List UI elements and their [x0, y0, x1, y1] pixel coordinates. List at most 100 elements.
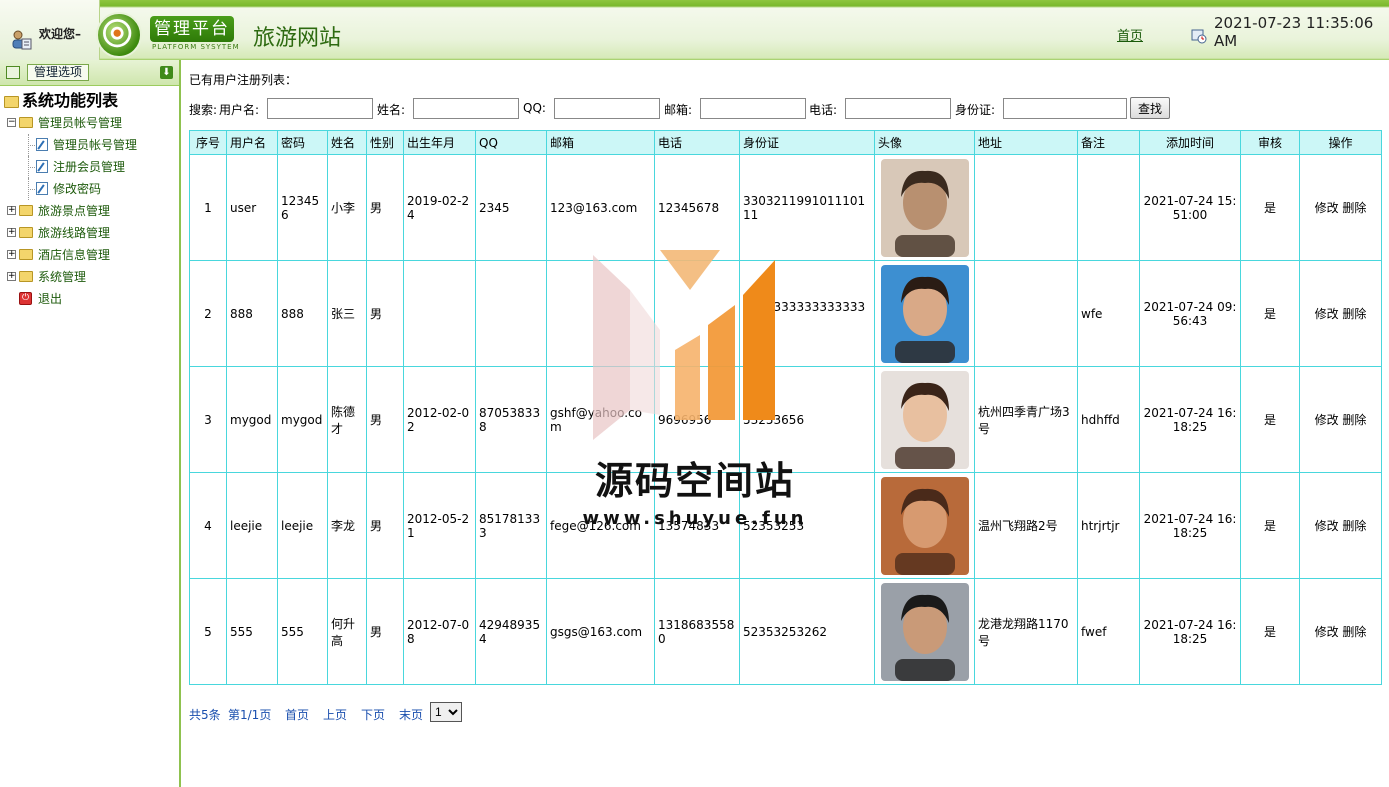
cell-idcard: 333333333333333333 — [739, 260, 875, 367]
collapse-toggle-icon[interactable]: − — [7, 118, 16, 127]
cell-email: gshf@yahoo.com — [546, 366, 655, 473]
sidebar-header: 管理选项 ⬇ — [0, 60, 179, 86]
cell-username: 555 — [226, 578, 278, 685]
cell-no: 5 — [189, 578, 227, 685]
calendar-clock-icon — [1191, 29, 1207, 44]
cell-remark — [1077, 154, 1140, 261]
edit-link[interactable]: 修改 — [1315, 519, 1339, 533]
tree-node-routes[interactable]: + 旅游线路管理 — [0, 222, 179, 244]
expand-toggle-icon[interactable]: + — [7, 228, 16, 237]
tree-node-attractions[interactable]: + 旅游景点管理 — [0, 200, 179, 222]
delete-link[interactable]: 删除 — [1342, 307, 1366, 321]
table-row: 5 555 555 何升高男 2012-07-08 429489354 gsgs@163.c… — [189, 578, 1382, 685]
edit-link[interactable]: 修改 — [1315, 201, 1339, 215]
delete-link[interactable]: 删除 — [1342, 201, 1366, 215]
edit-link[interactable]: 修改 — [1315, 413, 1339, 427]
cell-actions: 修改 删除 — [1299, 260, 1382, 367]
tree-node-label: 退出 — [38, 292, 63, 306]
cell-name: 陈德才 — [327, 366, 367, 473]
table-row: 2 888 888 张三男 333333333333333333 wfe 2021-07-2… — [189, 260, 1382, 367]
tree-node-hotels[interactable]: + 酒店信息管理 — [0, 244, 179, 266]
edit-document-icon — [36, 182, 48, 195]
sidebar-header-label: 管理选项 — [27, 64, 90, 81]
cell-password: 555 — [277, 578, 328, 685]
cell-actions: 修改 删除 — [1299, 154, 1382, 261]
tree-leaf-label: 修改密码 — [53, 182, 102, 196]
phone-label: 电话: — [809, 103, 838, 117]
cell-gender: 男 — [366, 578, 404, 685]
column-header: 地址 — [974, 130, 1078, 155]
folder-icon — [19, 205, 33, 216]
cell-avatar — [874, 472, 975, 579]
cell-qq: 851781333 — [475, 472, 547, 579]
tree-node-label: 旅游线路管理 — [38, 226, 111, 240]
column-header: 添加时间 — [1139, 130, 1241, 155]
cell-email: fege@126.com — [546, 472, 655, 579]
idcard-search-input[interactable] — [1003, 98, 1127, 119]
cell-audit: 是 — [1240, 154, 1300, 261]
cell-email — [546, 260, 655, 367]
cell-qq: 2345 — [475, 154, 547, 261]
pager-last-link[interactable]: 末页 — [399, 706, 423, 723]
tree-node-logout[interactable]: ⏻ 退出 — [0, 288, 179, 310]
pager-prev-link[interactable]: 上页 — [323, 706, 347, 723]
cell-email: 123@163.com — [546, 154, 655, 261]
page-select[interactable]: 1 — [430, 702, 462, 722]
edit-link[interactable]: 修改 — [1315, 307, 1339, 321]
page-caption: 已有用户注册列表： — [189, 73, 298, 87]
edit-document-icon — [36, 160, 48, 173]
expand-toggle-icon[interactable]: + — [7, 272, 16, 281]
column-header: 出生年月 — [403, 130, 476, 155]
delete-link[interactable]: 删除 — [1342, 625, 1366, 639]
tree-leaf-label: 注册会员管理 — [53, 160, 126, 174]
home-link[interactable]: 首页 — [1117, 25, 1143, 44]
cell-avatar — [874, 260, 975, 367]
username-search-input[interactable] — [267, 98, 373, 119]
email-search-input[interactable] — [700, 98, 806, 119]
cell-address: 杭州四季青广场3号 — [974, 366, 1078, 473]
pager-page-info: 第1/1页 — [228, 708, 272, 722]
table-row: 3 mygod mygod 陈德才男 2012-02-02 870538338 gshf@y… — [189, 366, 1382, 473]
qq-search-input[interactable] — [554, 98, 660, 119]
cell-actions: 修改 删除 — [1299, 578, 1382, 685]
pager-total: 共5条 — [189, 708, 221, 722]
logo-emblem-icon — [96, 12, 142, 58]
cell-added: 2021-07-24 15:51:00 — [1139, 154, 1241, 261]
folder-icon — [19, 117, 33, 128]
function-tree: 系统功能列表 − 管理员帐号管理 管理员帐号管理 注册会员管理 修改密码 + 旅… — [0, 86, 179, 310]
table-row: 1 user 123456 小李男 2019-02-24 2345 123@163.com 1… — [189, 154, 1382, 261]
phone-search-input[interactable] — [845, 98, 951, 119]
cell-added: 2021-07-24 16:18:25 — [1139, 472, 1241, 579]
cell-birth — [403, 260, 476, 367]
expand-toggle-icon[interactable]: + — [7, 250, 16, 259]
email-label: 邮箱: — [664, 103, 693, 117]
cell-idcard: 52353253262 — [739, 578, 875, 685]
pager-next-link[interactable]: 下页 — [361, 706, 385, 723]
tree-leaf-admin-accounts[interactable]: 管理员帐号管理 — [0, 134, 179, 156]
cell-name: 张三 — [327, 260, 367, 367]
tree-leaf-change-password[interactable]: 修改密码 — [0, 178, 179, 200]
name-search-input[interactable] — [413, 98, 519, 119]
tree-root-label: 系统功能列表 — [22, 91, 119, 110]
tree-leaf-members[interactable]: 注册会员管理 — [0, 156, 179, 178]
cell-qq: 870538338 — [475, 366, 547, 473]
cell-audit: 是 — [1240, 366, 1300, 473]
cell-actions: 修改 删除 — [1299, 366, 1382, 473]
cell-phone: 9696956 — [654, 366, 740, 473]
cell-no: 2 — [189, 260, 227, 367]
expand-toggle-icon[interactable]: + — [7, 206, 16, 215]
user-table: 序号 用户名 密码 姓名 性别 出生年月 QQ 邮箱 电话 身份证 头像 地址 … — [189, 130, 1382, 685]
delete-link[interactable]: 删除 — [1342, 413, 1366, 427]
column-header: 邮箱 — [546, 130, 655, 155]
cell-phone: 12345678 — [654, 154, 740, 261]
tree-node-system[interactable]: + 系统管理 — [0, 266, 179, 288]
tree-node-admin-accounts[interactable]: − 管理员帐号管理 — [0, 112, 179, 134]
cell-birth: 2012-05-21 — [403, 472, 476, 579]
idcard-label: 身份证: — [955, 103, 996, 117]
collapse-arrow-icon[interactable]: ⬇ — [160, 66, 173, 79]
delete-link[interactable]: 删除 — [1342, 519, 1366, 533]
edit-link[interactable]: 修改 — [1315, 625, 1339, 639]
search-button[interactable]: 查找 — [1130, 97, 1170, 119]
folder-open-icon — [4, 96, 19, 108]
pager-first-link[interactable]: 首页 — [285, 706, 309, 723]
